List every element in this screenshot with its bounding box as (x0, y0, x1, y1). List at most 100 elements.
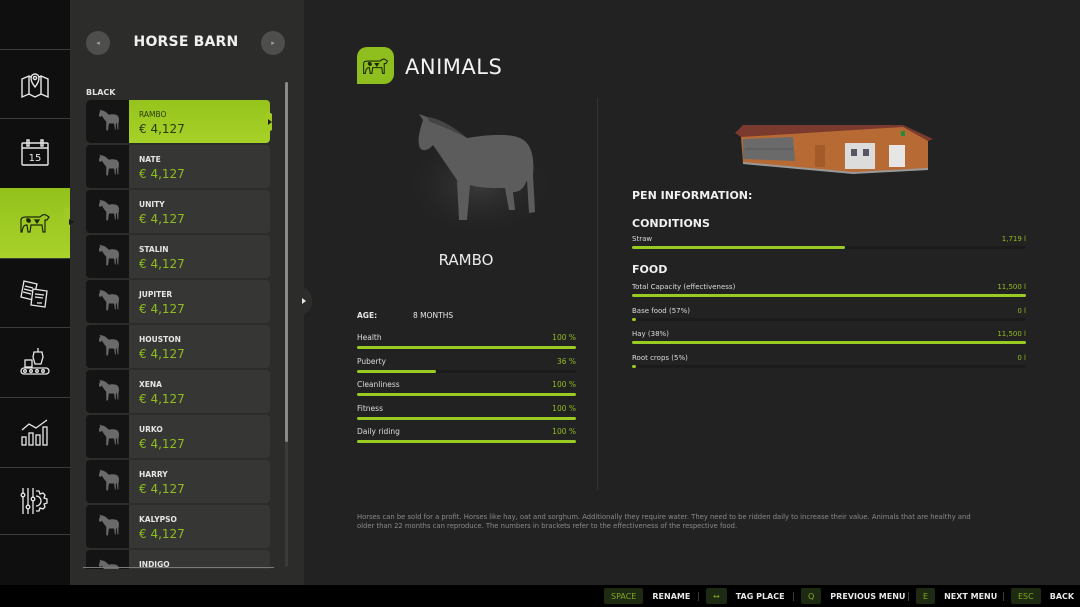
stat-row: Base food (57%) 0 l (632, 307, 1026, 327)
stat-value: 1,719 l (1001, 235, 1026, 243)
chevron-left-icon: ◂ (96, 39, 100, 47)
animal-item-info: XENA € 4,127 (129, 370, 185, 413)
horse-icon (95, 512, 121, 542)
nav-item-settings[interactable] (0, 467, 70, 535)
food-title: FOOD (632, 263, 668, 276)
stat-progress-fill (357, 369, 436, 373)
animal-list-item[interactable]: KALYPSO € 4,127 (86, 505, 270, 548)
next-barn-button[interactable]: ▸ (261, 31, 285, 55)
stat-progress-fill (357, 440, 576, 444)
footer-button-label: BACK (1049, 591, 1075, 601)
barn-title: HORSE BARN (133, 34, 239, 50)
stat-progress-fill (357, 346, 576, 349)
page-title: ANIMALS (405, 55, 503, 79)
stat-progress-fill (357, 393, 576, 397)
animal-item-info: NATE € 4,127 (129, 145, 185, 188)
animal-list-item[interactable]: URKO € 4,127 (86, 415, 270, 458)
stat-progress-fill (632, 246, 845, 249)
animal-list-item[interactable]: NATE € 4,127 (86, 145, 270, 188)
section-divider (597, 98, 598, 490)
list-header: ◂ HORSE BARN ▸ (70, 30, 304, 56)
stat-progress-bar (357, 416, 576, 420)
animal-item-name: UNITY (139, 200, 165, 209)
animal-thumbnail (86, 325, 129, 368)
stat-label: Health (357, 333, 382, 342)
age-value: 8 MONTHS (413, 311, 454, 320)
animal-item-name: KALYPSO (139, 515, 177, 524)
animal-item-info: HARRY € 4,127 (129, 460, 185, 503)
conditions-title: CONDITIONS (632, 217, 710, 230)
nav-item-statistics[interactable] (0, 397, 70, 465)
animal-thumbnail (86, 415, 129, 458)
animal-list-item[interactable]: RAMBO € 4,127 (86, 100, 272, 143)
nav-item-calendar[interactable]: 15 (0, 118, 70, 186)
animal-list: RAMBO € 4,127 NATE € 4,127 UNITY € 4,127 STALI… (86, 100, 272, 569)
footer-separator (698, 592, 699, 601)
stat-row: Hay (38%) 11,500 l (632, 330, 1026, 350)
footer-button-previous-menu[interactable]: Q PREVIOUS MENU (801, 588, 905, 604)
nav-item-contracts[interactable] (0, 258, 70, 326)
animal-list-item[interactable]: STALIN € 4,127 (86, 235, 270, 278)
stat-value: 100 % (552, 333, 576, 342)
list-scrollbar[interactable] (285, 82, 288, 567)
help-description: Horses can be sold for a profit. Horses … (357, 513, 971, 530)
animal-thumbnail (86, 505, 129, 548)
footer-button-next-menu[interactable]: E NEXT MENU (916, 588, 997, 604)
footer-separator (908, 592, 909, 601)
footer-button-label: RENAME (652, 591, 691, 601)
stat-progress-bar (632, 317, 1026, 321)
list-scrollbar-thumb[interactable] (285, 82, 288, 442)
footer-button-rename[interactable]: SPACE RENAME (604, 588, 690, 604)
group-label: BLACK (86, 88, 116, 97)
animal-list-item[interactable]: HARRY € 4,127 (86, 460, 270, 503)
footer-button-label: TAG PLACE (735, 591, 785, 601)
horse-icon (95, 287, 121, 317)
chevron-right-icon: ▸ (271, 39, 275, 47)
animal-item-info: URKO € 4,127 (129, 415, 185, 458)
stat-progress-bar (357, 393, 576, 397)
active-indicator (69, 219, 74, 225)
stat-row: Daily riding 100 % (357, 427, 576, 449)
svg-text:15: 15 (29, 153, 42, 164)
animal-list-item[interactable]: XENA € 4,127 (86, 370, 270, 413)
animal-item-price: € 4,127 (139, 392, 185, 406)
horse-icon (95, 467, 121, 497)
animal-list-item[interactable]: JUPITER € 4,127 (86, 280, 270, 323)
key-hint: Q (801, 588, 822, 604)
stat-row: Cleanliness 100 % (357, 380, 576, 402)
stat-row: Total Capacity (effectiveness) 11,500 l (632, 283, 1026, 303)
stat-progress-bar (357, 346, 576, 349)
animal-item-name: HOUSTON (139, 335, 181, 344)
stat-value: 36 % (556, 356, 576, 366)
stat-row: Health 100 % (357, 333, 576, 355)
stat-row: Root crops (5%) 0 l (632, 354, 1026, 374)
chart-icon (21, 418, 48, 446)
animal-item-name: JUPITER (139, 290, 173, 299)
animal-item-name: XENA (139, 380, 162, 389)
footer-button-back[interactable]: ESC BACK (1011, 588, 1074, 604)
page-icon (357, 47, 394, 84)
animal-item-price: € 4,127 (139, 167, 185, 181)
animal-list-item[interactable]: UNITY € 4,127 (86, 190, 270, 233)
footer-button-tag-place[interactable]: ↔ TAG PLACE (706, 588, 785, 604)
horse-icon (95, 242, 121, 272)
stat-label: Base food (57%) (632, 306, 690, 315)
nav-item-production[interactable] (0, 327, 70, 395)
stat-progress-bar (357, 440, 576, 444)
collapse-panel-tab[interactable] (296, 286, 312, 316)
animal-item-info: KALYPSO € 4,127 (129, 505, 185, 548)
stat-progress-fill (632, 317, 636, 321)
stat-progress-bar (632, 341, 1026, 345)
animal-thumbnail (86, 235, 129, 278)
main-nav: 15 (0, 0, 78, 585)
previous-barn-button[interactable]: ◂ (86, 31, 110, 55)
nav-item-map[interactable] (0, 49, 70, 117)
cow-icon (20, 214, 50, 233)
animal-item-price: € 4,127 (139, 482, 185, 496)
animal-item-price: € 4,127 (139, 527, 185, 541)
horse-icon (95, 107, 121, 137)
nav-item-animals[interactable] (0, 188, 78, 258)
footer-button-label: PREVIOUS MENU (830, 591, 906, 601)
animal-list-item[interactable]: HOUSTON € 4,127 (86, 325, 270, 368)
key-hint: E (916, 588, 936, 604)
